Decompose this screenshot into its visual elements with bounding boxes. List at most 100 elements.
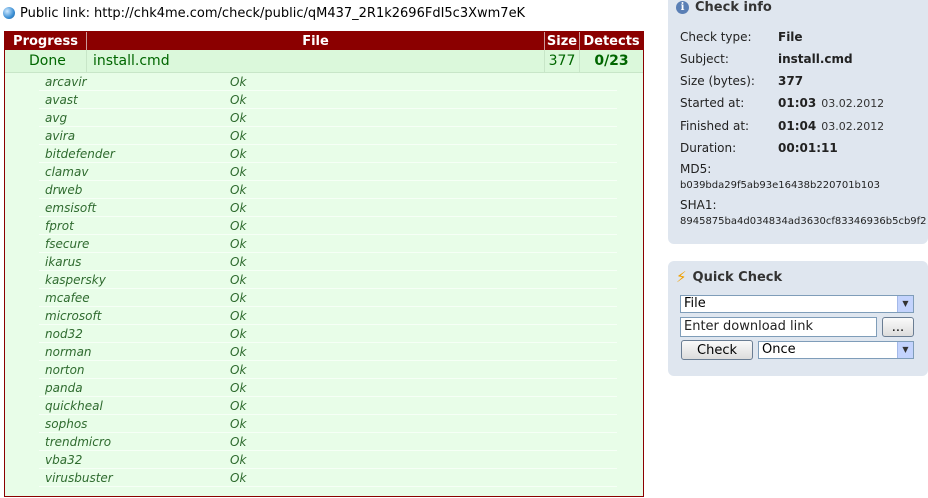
engine-row: avira Ok — [39, 127, 617, 145]
public-link-bar: Public link: http://chk4me.com/check/pub… — [3, 4, 525, 22]
started-row: Started at: 01:03 03.02.2012 — [680, 96, 884, 110]
engine-name: trendmicro — [45, 435, 112, 449]
engine-name: clamav — [45, 165, 89, 179]
check-info-header: i Check info — [676, 0, 772, 15]
engine-name: bitdefender — [45, 147, 115, 161]
size-row: Size (bytes): 377 — [680, 74, 803, 88]
frequency-selected: Once — [762, 342, 796, 357]
duration-row: Duration: 00:01:11 — [680, 141, 838, 155]
info-icon: i — [676, 1, 689, 14]
engine-list: arcavir Ok avast Ok avg Ok avira Ok bitdefender O… — [5, 73, 643, 487]
engine-row: bitdefender Ok — [39, 145, 617, 163]
engine-row: fsecure Ok — [39, 235, 617, 253]
browse-button[interactable]: ... — [882, 317, 914, 337]
header-file: File — [87, 32, 545, 50]
engine-row: vba32 Ok — [39, 451, 617, 469]
engine-result: Ok — [230, 363, 247, 377]
engine-name: virusbuster — [45, 471, 113, 485]
chevron-down-icon[interactable]: ▼ — [897, 296, 913, 312]
progress-status: Done — [5, 50, 87, 72]
engine-result: Ok — [230, 453, 247, 467]
subject-value: install.cmd — [778, 52, 853, 66]
engine-row: arcavir Ok — [39, 73, 617, 91]
engine-result: Ok — [230, 201, 247, 215]
engine-row: panda Ok — [39, 379, 617, 397]
finished-label: Finished at: — [680, 119, 750, 133]
engine-result: Ok — [230, 75, 247, 89]
check-type-selected: File — [684, 296, 706, 311]
file-result-row[interactable]: Done install.cmd 377 0/23 — [5, 50, 643, 73]
engine-row: ikarus Ok — [39, 253, 617, 271]
md5-label: MD5: — [680, 162, 712, 176]
public-link-url[interactable]: http://chk4me.com/check/public/qM437_2R1… — [94, 6, 525, 21]
engine-result: Ok — [230, 381, 247, 395]
download-link-placeholder: Enter download link — [684, 319, 814, 334]
quick-check-header: ⚡ Quick Check — [676, 268, 782, 286]
sha1-label: SHA1: — [680, 198, 717, 212]
engine-result: Ok — [230, 93, 247, 107]
engine-name: microsoft — [45, 309, 102, 323]
check-info-panel: i Check info Check type: File Subject: ins… — [668, 0, 928, 244]
engine-row: sophos Ok — [39, 415, 617, 433]
engine-result: Ok — [230, 417, 247, 431]
engine-name: vba32 — [45, 453, 83, 467]
engine-row: quickheal Ok — [39, 397, 617, 415]
finished-row: Finished at: 01:04 03.02.2012 — [680, 119, 884, 133]
engine-name: fprot — [45, 219, 74, 233]
globe-icon — [3, 7, 15, 19]
engine-name: panda — [45, 381, 83, 395]
started-date: 03.02.2012 — [821, 97, 885, 110]
engine-name: avira — [45, 129, 76, 143]
frequency-select[interactable]: Once ▼ — [758, 341, 914, 359]
quick-check-title: Quick Check — [692, 269, 783, 285]
md5-value: b039bda29f5ab93e16438b220701b103 — [680, 180, 880, 191]
header-progress: Progress — [5, 32, 87, 50]
engine-name: norton — [45, 363, 85, 377]
table-header: Progress File Size Detects — [5, 32, 643, 50]
sha1-value: 8945875ba4d034834ad3630cf83346936b5cb9f2 — [680, 216, 927, 227]
check-type-label: Check type: — [680, 30, 752, 44]
engine-result: Ok — [230, 129, 247, 143]
engine-name: mcafee — [45, 291, 90, 305]
check-type-row: Check type: File — [680, 30, 803, 44]
engine-name: arcavir — [45, 75, 87, 89]
duration-label: Duration: — [680, 141, 737, 155]
public-link-label: Public link: — [20, 5, 90, 21]
engine-name: fsecure — [45, 237, 90, 251]
engine-row: drweb Ok — [39, 181, 617, 199]
engine-result: Ok — [230, 147, 247, 161]
engine-result: Ok — [230, 165, 247, 179]
finished-time: 01:04 — [778, 119, 817, 133]
engine-row: kaspersky Ok — [39, 271, 617, 289]
engine-row: virusbuster Ok — [39, 469, 617, 487]
engine-row: nod32 Ok — [39, 325, 617, 343]
check-type-select[interactable]: File ▼ — [680, 295, 914, 313]
duration-value: 00:01:11 — [778, 141, 838, 155]
engine-row: emsisoft Ok — [39, 199, 617, 217]
engine-row: trendmicro Ok — [39, 433, 617, 451]
engine-row: avg Ok — [39, 109, 617, 127]
size-value: 377 — [778, 74, 804, 88]
engine-name: norman — [45, 345, 92, 359]
size-label: Size (bytes): — [680, 74, 755, 88]
engine-result: Ok — [230, 435, 247, 449]
engine-result: Ok — [230, 255, 247, 269]
started-label: Started at: — [680, 96, 745, 110]
engine-name: sophos — [45, 417, 88, 431]
engine-name: avast — [45, 93, 78, 107]
engine-result: Ok — [230, 183, 247, 197]
engine-result: Ok — [230, 219, 247, 233]
header-size: Size — [545, 32, 580, 50]
engine-result: Ok — [230, 309, 247, 323]
check-button[interactable]: Check — [681, 340, 753, 360]
engine-name: kaspersky — [45, 273, 106, 287]
check-info-title: Check info — [695, 0, 772, 15]
started-time: 01:03 — [778, 96, 817, 110]
chevron-down-icon[interactable]: ▼ — [897, 342, 913, 358]
engine-result: Ok — [230, 111, 247, 125]
engine-row: norman Ok — [39, 343, 617, 361]
download-link-input[interactable]: Enter download link — [680, 317, 877, 337]
engine-result: Ok — [230, 471, 247, 485]
engine-result: Ok — [230, 273, 247, 287]
engine-name: ikarus — [45, 255, 82, 269]
